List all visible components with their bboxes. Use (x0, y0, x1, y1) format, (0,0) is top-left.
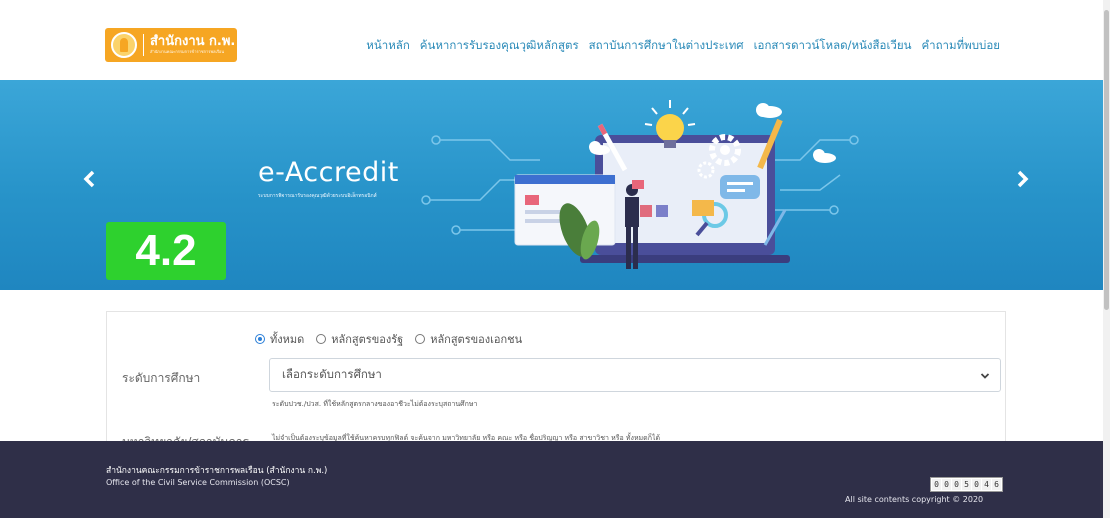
counter-digit: 0 (932, 479, 941, 490)
logo-text-group: สำนักงาน ก.พ. สำนักงานคณะกรรมการข้าราชกา… (150, 35, 235, 55)
nav-foreign-institutions[interactable]: สถาบันการศึกษาในต่างประเทศ (589, 37, 744, 55)
banner-title: e-Accredit (258, 157, 399, 188)
search-form: ทั้งหมด หลักสูตรของรัฐ หลักสูตรของเอกชน … (106, 311, 1006, 451)
lightbulb-icon (656, 114, 684, 142)
chevron-left-icon (83, 170, 95, 188)
radio-private[interactable]: หลักสูตรของเอกชน (415, 330, 522, 348)
counter-digit: 6 (992, 479, 1001, 490)
carousel-next-button[interactable] (1012, 170, 1032, 190)
radio-button[interactable] (255, 334, 265, 344)
chevron-down-icon (980, 373, 990, 379)
scrollbar-thumb[interactable] (1104, 10, 1109, 310)
radio-label: ทั้งหมด (270, 333, 305, 346)
page: สำนักงาน ก.พ. สำนักงานคณะกรรมการข้าราชกา… (0, 0, 1110, 518)
chat-bubble-icon (720, 175, 760, 199)
nav-home[interactable]: หน้าหลัก (366, 37, 410, 55)
radio-button[interactable] (316, 334, 327, 344)
education-level-help: ระดับปวช./ปวส. ที่ใช้หลักสูตรกลางของอาชี… (272, 400, 478, 408)
education-level-label: ระดับการศึกษา (122, 371, 201, 385)
radio-government[interactable]: หลักสูตรของรัฐ (316, 330, 403, 348)
banner-subtitle: ระบบการพิจารณารับรองคุณวุฒิด้วยระบบอิเล็… (258, 193, 377, 199)
footer-org-en: Office of the Civil Service Commission (… (106, 478, 290, 487)
carousel-prev-button[interactable] (80, 170, 100, 190)
course-type-radio-group: ทั้งหมด หลักสูตรของรัฐ หลักสูตรของเอกชน (255, 330, 522, 348)
counter-digit: 4 (982, 479, 991, 490)
counter-digit: 5 (962, 479, 971, 490)
site-footer: สำนักงานคณะกรรมการข้าราชการพลเรือน (สำนั… (0, 441, 1110, 518)
logo-subtitle: สำนักงานคณะกรรมการข้าราชการพลเรือน (150, 49, 225, 54)
counter-digit: 0 (942, 479, 951, 490)
copyright-text: All site contents copyright © 2020 (845, 495, 984, 504)
radio-all[interactable]: ทั้งหมด (255, 330, 304, 348)
banner-illustration (421, 100, 859, 269)
radio-label: หลักสูตรของเอกชน (430, 333, 523, 346)
ocsc-logo[interactable]: สำนักงาน ก.พ. สำนักงานคณะกรรมการข้าราชกา… (105, 28, 237, 62)
radio-label: หลักสูตรของรัฐ (331, 333, 404, 346)
counter-digit: 0 (972, 479, 981, 490)
education-level-select[interactable]: เลือกระดับการศึกษา (269, 358, 1001, 392)
main-nav: หน้าหลัก ค้นหาการรับรองคุณวุฒิหลักสูตร ส… (366, 37, 1000, 55)
chevron-right-icon (1017, 170, 1029, 188)
logo-divider (143, 34, 144, 56)
footer-org-th: สำนักงานคณะกรรมการข้าราชการพลเรือน (สำนั… (106, 466, 328, 476)
logo-title: สำนักงาน ก.พ. (150, 34, 236, 49)
site-header: สำนักงาน ก.พ. สำนักงานคณะกรรมการข้าราชกา… (0, 0, 1110, 80)
select-value: เลือกระดับการศึกษา (282, 367, 382, 381)
nav-downloads[interactable]: เอกสารดาวน์โหลด/หนังสือเวียน (754, 37, 912, 55)
nav-faq[interactable]: คำถามที่พบบ่อย (921, 37, 1000, 55)
visitor-counter: 0 0 0 5 0 4 6 (930, 477, 1003, 492)
radio-button[interactable] (415, 334, 426, 344)
hero-carousel: e-Accredit ระบบการพิจารณารับรองคุณวุฒิด้… (0, 80, 1110, 290)
counter-digit: 0 (952, 479, 961, 490)
nav-search-accreditation[interactable]: ค้นหาการรับรองคุณวุฒิหลักสูตร (420, 37, 579, 55)
version-badge: 4.2 (106, 222, 226, 280)
laptop-base (580, 255, 790, 263)
emblem-icon (111, 32, 137, 58)
page-scrollbar[interactable] (1103, 0, 1110, 518)
